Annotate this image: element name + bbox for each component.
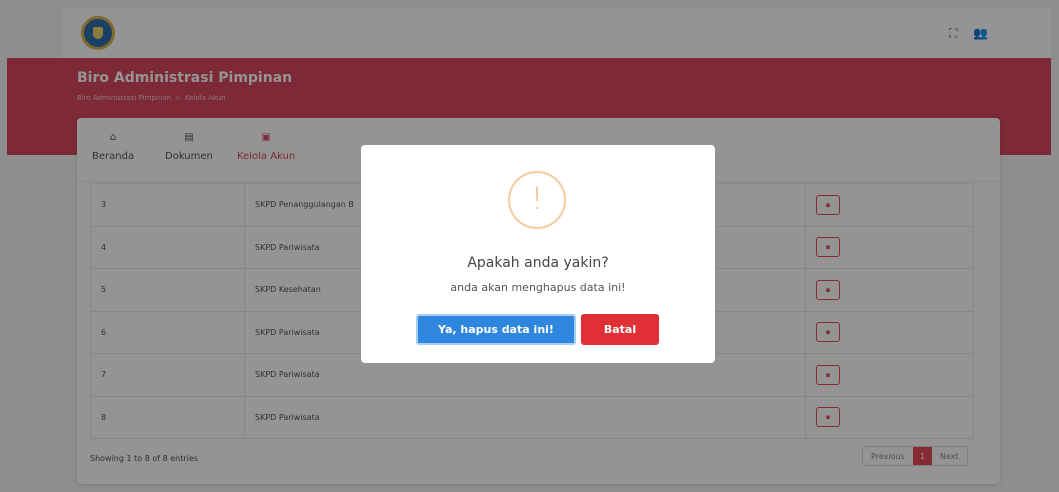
confirm-dialog: ! Apakah anda yakin? anda akan menghapus… [361,145,715,363]
warning-icon: ! [508,171,566,229]
dialog-message: anda akan menghapus data ini! [450,281,626,294]
cancel-button[interactable]: Batal [581,314,659,345]
confirm-delete-button[interactable]: Ya, hapus data ini! [416,314,576,345]
dialog-title: Apakah anda yakin? [467,255,609,271]
